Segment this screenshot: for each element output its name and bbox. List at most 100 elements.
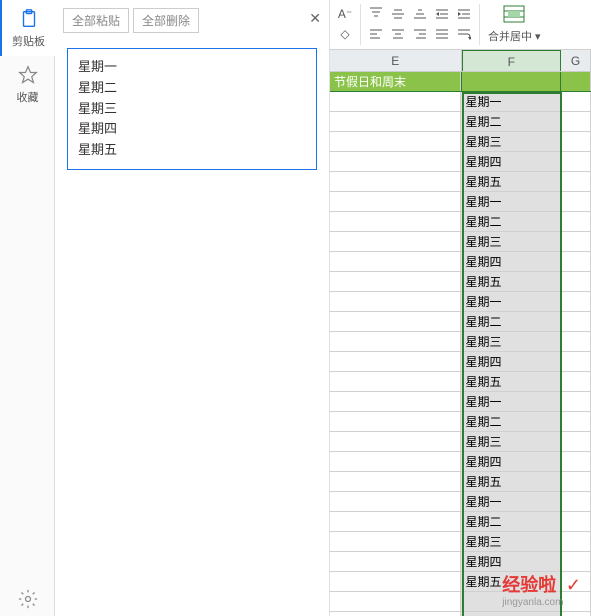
cell[interactable]: 星期三	[461, 132, 561, 151]
col-header-E[interactable]: E	[330, 50, 462, 71]
clear-format-icon[interactable]: ◇	[336, 25, 354, 43]
cell[interactable]	[330, 532, 461, 551]
delete-all-button[interactable]: 全部删除	[133, 8, 199, 33]
cell[interactable]	[330, 552, 461, 571]
table-row[interactable]: 星期三	[330, 332, 591, 352]
cell[interactable]	[561, 272, 591, 291]
cell[interactable]	[561, 292, 591, 311]
cell[interactable]: 星期二	[461, 412, 561, 431]
cell[interactable]	[561, 72, 591, 91]
table-row[interactable]: 星期一	[330, 192, 591, 212]
table-row[interactable]: 星期五	[330, 372, 591, 392]
align-center-icon[interactable]	[389, 25, 407, 43]
cell[interactable]	[561, 332, 591, 351]
table-row[interactable]: 星期五	[330, 172, 591, 192]
cell[interactable]: 星期二	[461, 112, 561, 131]
cell[interactable]: 星期二	[461, 212, 561, 231]
cell[interactable]	[561, 152, 591, 171]
table-row[interactable]: 星期五	[330, 272, 591, 292]
align-left-icon[interactable]	[367, 25, 385, 43]
cell[interactable]	[330, 252, 461, 271]
cell[interactable]: 星期四	[461, 552, 561, 571]
cell[interactable]: 星期一	[461, 192, 561, 211]
cell[interactable]	[330, 292, 461, 311]
close-icon[interactable]: ✕	[309, 10, 321, 27]
cell[interactable]	[330, 152, 461, 171]
cell[interactable]	[561, 352, 591, 371]
table-row[interactable]: 星期一	[330, 492, 591, 512]
table-row[interactable]: 星期三	[330, 432, 591, 452]
cell[interactable]: 星期一	[461, 392, 561, 411]
table-row[interactable]: 星期一	[330, 292, 591, 312]
cell[interactable]	[330, 512, 461, 531]
cell[interactable]: 星期一	[461, 292, 561, 311]
table-row[interactable]: 星期二	[330, 512, 591, 532]
cell[interactable]	[330, 452, 461, 471]
cell[interactable]: 星期一	[461, 92, 561, 111]
table-row[interactable]: 星期一	[330, 92, 591, 112]
cell[interactable]	[330, 572, 461, 591]
table-row[interactable]: 星期三	[330, 232, 591, 252]
cell[interactable]: 星期二	[461, 512, 561, 531]
cell[interactable]: 星期二	[461, 312, 561, 331]
cell[interactable]: 星期五	[461, 472, 561, 491]
cell[interactable]	[561, 512, 591, 531]
cell[interactable]: 星期四	[461, 452, 561, 471]
rail-favorites[interactable]: 收藏	[0, 56, 55, 112]
cell[interactable]	[330, 352, 461, 371]
table-row[interactable]: 星期二	[330, 412, 591, 432]
cell[interactable]	[561, 452, 591, 471]
header-row[interactable]: 节假日和周末	[330, 72, 591, 92]
table-row[interactable]: 星期三	[330, 132, 591, 152]
cell[interactable]	[330, 132, 461, 151]
cell[interactable]	[330, 372, 461, 391]
cell[interactable]: 星期五	[461, 172, 561, 191]
cell[interactable]	[330, 232, 461, 251]
align-bottom-icon[interactable]	[411, 5, 429, 23]
cell[interactable]	[330, 112, 461, 131]
cell[interactable]: 星期三	[461, 232, 561, 251]
table-row[interactable]: 星期四	[330, 152, 591, 172]
cell[interactable]	[561, 312, 591, 331]
cell[interactable]	[561, 472, 591, 491]
table-row[interactable]: 星期二	[330, 112, 591, 132]
table-row[interactable]: 星期三	[330, 532, 591, 552]
cell[interactable]: 星期三	[461, 332, 561, 351]
green-header-cell[interactable]: 节假日和周末	[330, 72, 461, 91]
align-top-icon[interactable]	[367, 5, 385, 23]
cell[interactable]	[330, 172, 461, 191]
cell[interactable]	[330, 492, 461, 511]
clipboard-item[interactable]: 星期一 星期二 星期三 星期四 星期五	[67, 48, 317, 170]
indent-decrease-icon[interactable]	[433, 5, 451, 23]
spreadsheet[interactable]: E F G 节假日和周末 星期一星期二星期三星期四星期五星期一星期二星期三星期四…	[330, 50, 591, 616]
cell[interactable]: 星期一	[461, 492, 561, 511]
cell[interactable]: 星期四	[461, 252, 561, 271]
cell[interactable]: 星期四	[461, 152, 561, 171]
cell[interactable]	[561, 372, 591, 391]
indent-increase-icon[interactable]	[455, 5, 473, 23]
col-header-F[interactable]: F	[462, 50, 562, 71]
cell[interactable]	[561, 492, 591, 511]
col-header-G[interactable]: G	[561, 50, 591, 71]
cell[interactable]	[561, 112, 591, 131]
rail-clipboard[interactable]: 剪贴板	[0, 0, 55, 56]
cell[interactable]	[330, 192, 461, 211]
cell[interactable]	[330, 272, 461, 291]
rail-settings[interactable]	[0, 587, 55, 611]
cell[interactable]: 星期三	[461, 532, 561, 551]
wrap-text-icon[interactable]	[455, 25, 473, 43]
table-row[interactable]: 星期二	[330, 312, 591, 332]
justify-icon[interactable]	[433, 25, 451, 43]
cell[interactable]	[330, 92, 461, 111]
font-decrease-icon[interactable]: A⁻	[336, 5, 354, 23]
cell[interactable]	[561, 392, 591, 411]
cell[interactable]	[561, 412, 591, 431]
cell[interactable]	[561, 532, 591, 551]
cell[interactable]: 星期四	[461, 352, 561, 371]
cell[interactable]	[330, 312, 461, 331]
table-row[interactable]: 星期四	[330, 452, 591, 472]
cell[interactable]	[561, 212, 591, 231]
cell[interactable]	[330, 472, 461, 491]
cell[interactable]	[561, 432, 591, 451]
cell[interactable]: 星期五	[461, 372, 561, 391]
